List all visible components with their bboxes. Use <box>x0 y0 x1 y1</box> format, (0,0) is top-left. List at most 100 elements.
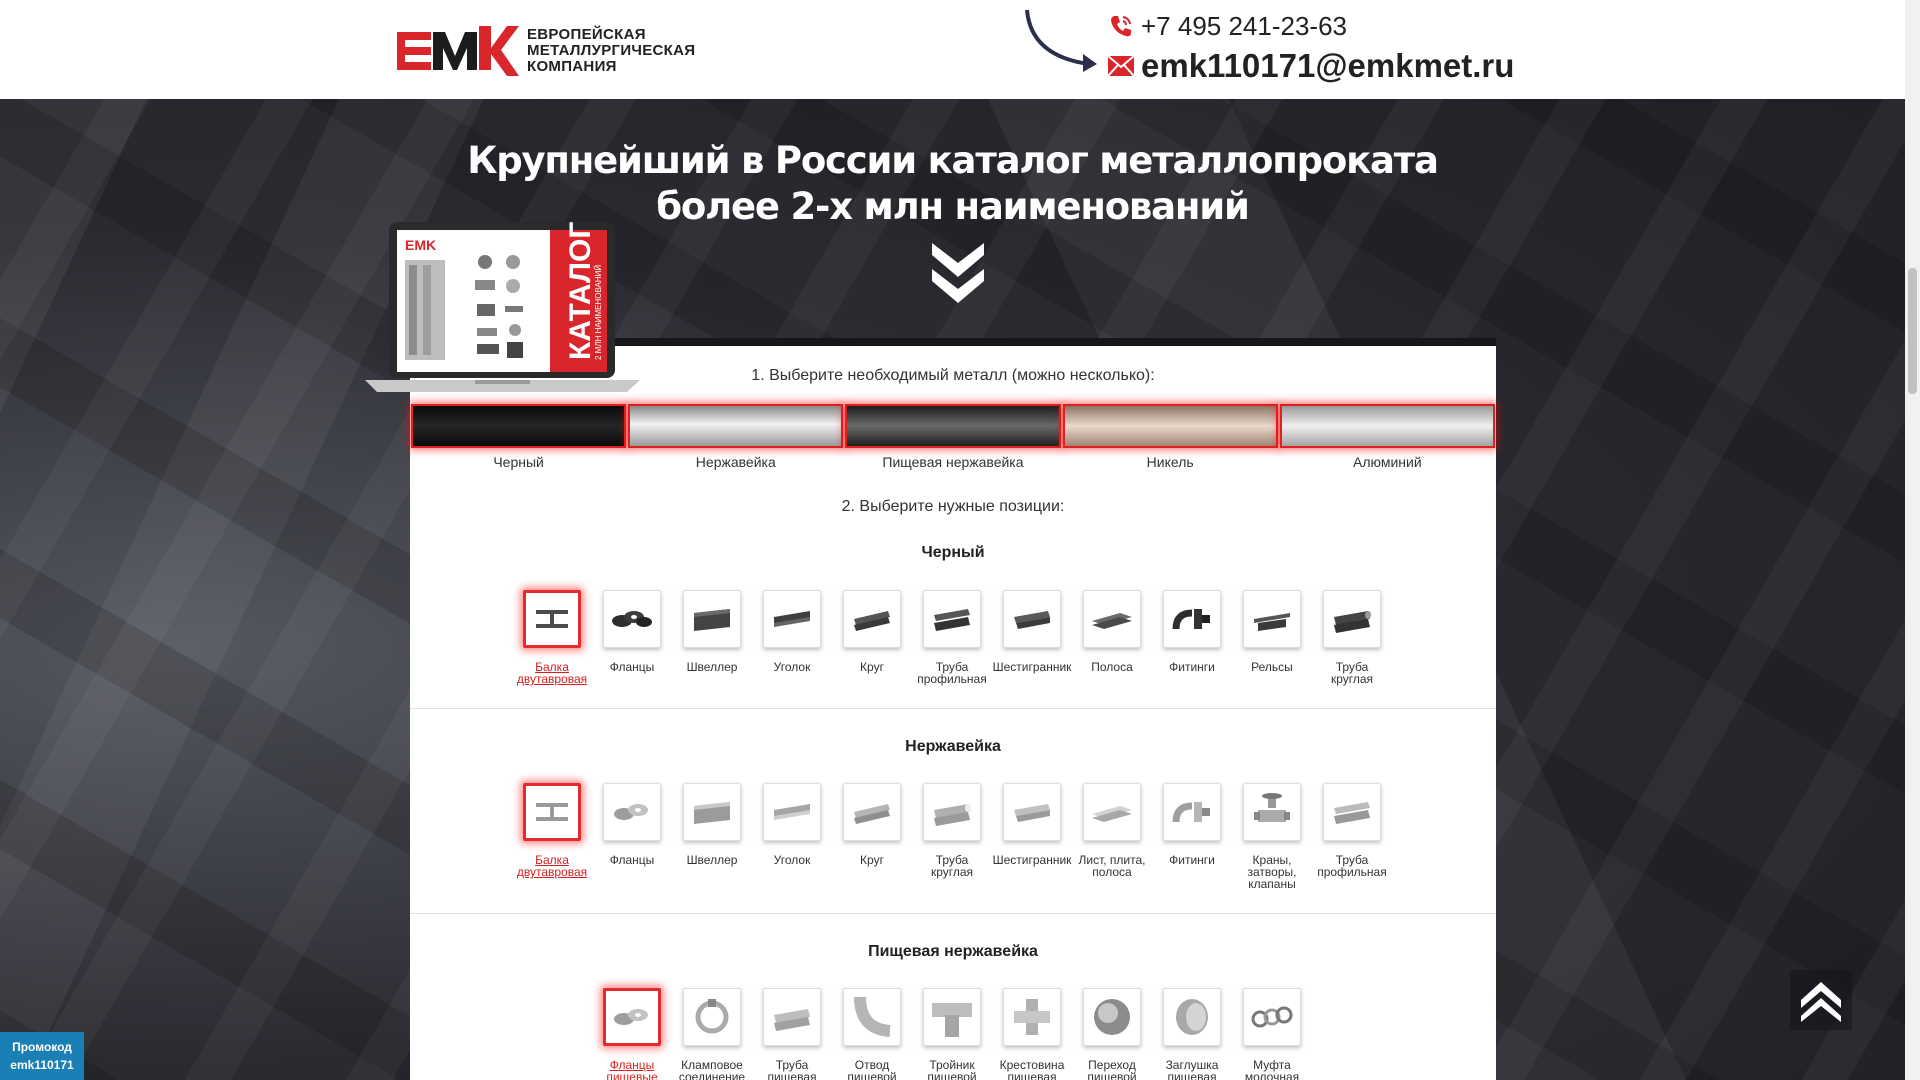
item-label-line2: круглая <box>1330 672 1374 686</box>
metal-option-stainless[interactable]: Нержавейка <box>627 404 844 470</box>
item-label-line1: Круг <box>860 660 884 674</box>
contacts: +7 495 241-23-63 emk110171@emkmet.ru <box>1025 9 1514 86</box>
tee-icon <box>923 988 981 1046</box>
scroll-top-button[interactable] <box>1790 970 1852 1030</box>
product-item[interactable]: Фланцы пищевые <box>592 988 672 1080</box>
round-pipe-icon <box>923 783 981 841</box>
product-item[interactable]: Фланцы <box>592 590 672 685</box>
metal-swatch-food-stainless <box>845 404 1061 448</box>
food-pipe-icon <box>763 988 821 1046</box>
phone-number: +7 495 241-23-63 <box>1141 10 1348 41</box>
metal-option-aluminum[interactable]: Алюминий <box>1279 404 1496 470</box>
flange-icon <box>603 783 661 841</box>
angle-icon <box>763 783 821 841</box>
item-label-line2: двутавровая <box>516 672 588 686</box>
promo-code: emk110171 <box>10 1058 74 1072</box>
item-label-line1: Швеллер <box>686 660 738 674</box>
product-item[interactable]: Фитинги <box>1152 783 1232 890</box>
product-item[interactable]: Швеллер <box>672 590 752 685</box>
section-title: Пищевая нержавейка <box>868 943 1038 960</box>
fittings-icon <box>1163 590 1221 648</box>
metal-label: Никель <box>1146 454 1194 470</box>
product-item[interactable]: Фланцы <box>592 783 672 890</box>
end-cap-icon <box>1163 988 1221 1046</box>
email-link[interactable]: emk110171@emkmet.ru <box>1107 46 1514 86</box>
product-item[interactable]: Уголок <box>752 590 832 685</box>
product-item[interactable]: Шестигранник <box>992 590 1072 685</box>
round-bar-icon <box>843 783 901 841</box>
product-item[interactable]: Труба круглая <box>1312 590 1392 685</box>
product-item[interactable]: Отвод пищевой <box>832 988 912 1080</box>
metal-label: Пищевая нержавейка <box>882 454 1024 470</box>
product-item[interactable]: Фитинги <box>1152 590 1232 685</box>
item-label-line2: круглая <box>930 865 974 879</box>
items-black: Балка двутавровая Фланцы Швеллер Уголок К… <box>512 590 1392 685</box>
product-item[interactable]: Круг <box>832 783 912 890</box>
product-item[interactable]: Труба профильная <box>912 590 992 685</box>
product-item[interactable]: Переход пищевой <box>1072 988 1152 1080</box>
catalog-panel: 1. Выберите необходимый металл (можно не… <box>410 346 1496 1080</box>
site-header: ЕВРОПЕЙСКАЯ МЕТАЛЛУРГИЧЕСКАЯ КОМПАНИЯ +7… <box>0 0 1905 99</box>
item-label-line1: Круг <box>860 853 884 867</box>
section-divider <box>410 913 1496 914</box>
channel-icon <box>683 590 741 648</box>
double-chevron-up-icon <box>1801 982 1841 1022</box>
metal-swatch-stainless <box>628 404 844 448</box>
product-item[interactable]: Труба круглая <box>912 783 992 890</box>
product-item[interactable]: Кламповое соединение <box>672 988 752 1080</box>
metal-label: Алюминий <box>1353 454 1422 470</box>
section-black: Черный <box>410 544 1496 562</box>
item-label-line1: Фланцы <box>609 853 655 867</box>
product-item[interactable]: Балка двутавровая <box>512 590 592 685</box>
logo-text: ЕВРОПЕЙСКАЯ МЕТАЛЛУРГИЧЕСКАЯ КОМПАНИЯ <box>527 27 695 75</box>
item-label-line2: пищевые <box>606 1070 658 1080</box>
product-item[interactable]: Лист, плита, полоса <box>1072 783 1152 890</box>
mail-icon <box>1107 52 1135 80</box>
product-item[interactable]: Крестовина пищевая <box>992 988 1072 1080</box>
scrollbar-thumb[interactable] <box>1908 268 1917 394</box>
section-title: Черный <box>921 544 985 561</box>
cross-icon <box>1003 988 1061 1046</box>
logo-text-line1: ЕВРОПЕЙСКАЯ <box>527 26 646 43</box>
item-label-line2: пищевой <box>847 1070 897 1080</box>
laptop-screen-subtitle: 2 МЛН НАИМЕНОВАНИЙ <box>594 265 603 360</box>
phone-link[interactable]: +7 495 241-23-63 <box>1107 10 1514 42</box>
product-item[interactable]: Полоса <box>1072 590 1152 685</box>
product-item[interactable]: Краны, затворы, клапаны <box>1232 783 1312 890</box>
product-item[interactable]: Швеллер <box>672 783 752 890</box>
product-item[interactable]: Уголок <box>752 783 832 890</box>
company-logo[interactable]: ЕВРОПЕЙСКАЯ МЕТАЛЛУРГИЧЕСКАЯ КОМПАНИЯ <box>397 26 695 76</box>
metal-option-nickel[interactable]: Никель <box>1062 404 1279 470</box>
product-item[interactable]: Заглушка пищевая <box>1152 988 1232 1080</box>
flange-icon <box>603 590 661 648</box>
profile-pipe-icon <box>1323 783 1381 841</box>
product-item[interactable]: Круг <box>832 590 912 685</box>
product-item[interactable]: Муфта молочная <box>1232 988 1312 1080</box>
scrollbar-track[interactable] <box>1905 0 1920 1080</box>
laptop-screen-logo: EMK <box>405 237 436 253</box>
item-label-line1: Шестигранник <box>992 660 1072 674</box>
product-item[interactable]: Шестигранник <box>992 783 1072 890</box>
item-label-line3: клапаны <box>1248 877 1296 891</box>
double-chevron-down-icon <box>932 243 984 303</box>
laptop-screen-title: КАТАЛОГ <box>564 222 597 360</box>
item-label-line1: Швеллер <box>686 853 738 867</box>
promo-code-badge[interactable]: Промокод emk110171 <box>0 1032 84 1080</box>
metal-option-black[interactable]: Черный <box>410 404 627 470</box>
item-label-line2: соединение <box>678 1070 746 1080</box>
hexagon-bar-icon <box>1003 590 1061 648</box>
logo-text-line3: КОМПАНИЯ <box>527 58 617 75</box>
product-item[interactable]: Рельсы <box>1232 590 1312 685</box>
catalog-laptop-image[interactable]: EMK КАТАЛОГ 2 МЛН НАИМЕНОВАНИЙ <box>365 220 640 395</box>
metal-swatch-aluminum <box>1279 404 1495 448</box>
elbow-icon <box>843 988 901 1046</box>
metal-label: Черный <box>493 454 544 470</box>
product-item[interactable]: Труба профильная <box>1312 783 1392 890</box>
metal-selector: Черный Нержавейка Пищевая нержавейка Ник… <box>410 404 1496 470</box>
metal-option-food-stainless[interactable]: Пищевая нержавейка <box>844 404 1061 470</box>
item-label-line1: Уголок <box>773 853 811 867</box>
product-item[interactable]: Тройник пищевой <box>912 988 992 1080</box>
product-item[interactable]: Балка двутавровая <box>512 783 592 890</box>
product-item[interactable]: Труба пищевая <box>752 988 832 1080</box>
items-food-stainless: Фланцы пищевые Кламповое соединение Труба п… <box>592 988 1312 1080</box>
